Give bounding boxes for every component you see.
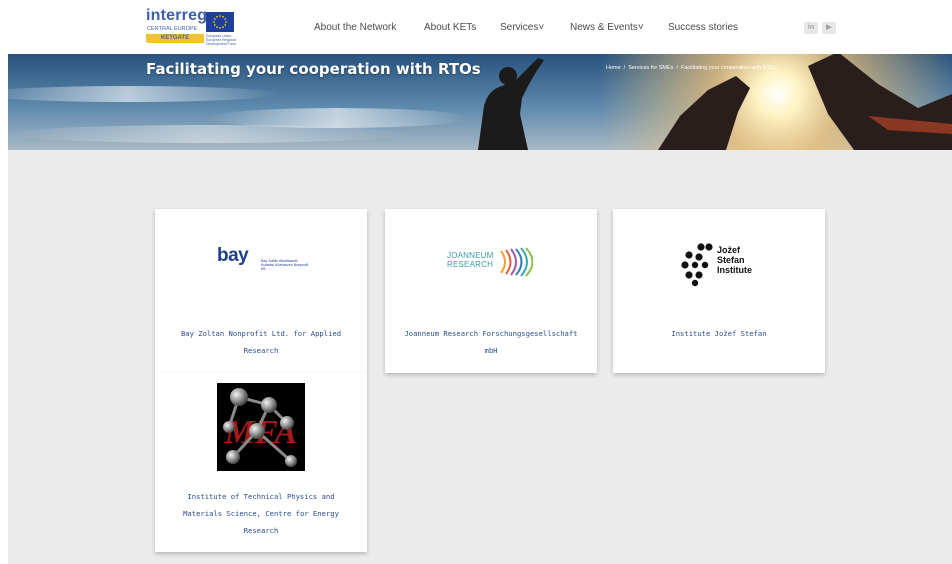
content-area: bay Bay Zoltán Alkalmazott Kutatási Közh…: [8, 150, 952, 564]
eu-flag-icon: [206, 12, 234, 32]
card-title[interactable]: Institute of Technical Physics and Mater…: [155, 488, 367, 539]
ijs-logo-text: Jožef Stefan Institute: [717, 245, 752, 275]
youtube-icon[interactable]: ▶: [822, 22, 836, 34]
nav-about-kets[interactable]: About KETs: [424, 22, 476, 33]
breadcrumb-separator: /: [623, 65, 626, 71]
joanneum-logo-text: JOANNEUM RESEARCH: [447, 251, 494, 269]
nav-label: Services: [500, 22, 539, 33]
breadcrumb-separator: /: [676, 65, 678, 71]
card-title[interactable]: Institute Jožef Stefan: [613, 325, 825, 342]
logo-project: KETGATE: [160, 35, 190, 41]
nav-about-network[interactable]: About the Network: [314, 22, 396, 33]
logo-brand: interreg: [146, 7, 208, 24]
ijs-logo: Jožef Stefan Institute: [679, 243, 769, 287]
hero-banner: Facilitating your cooperation with RTOs …: [8, 54, 952, 150]
ijs-logo-line: Stefan: [717, 255, 745, 265]
bay-zoltan-logo: bay Bay Zoltán Alkalmazott Kutatási Közh…: [217, 245, 308, 275]
joanneum-logo: JOANNEUM RESEARCH: [447, 247, 537, 279]
nav-label: Success stories: [668, 22, 739, 33]
breadcrumb-home[interactable]: Home: [606, 65, 621, 71]
nav-label: About KETs: [424, 22, 477, 33]
mfa-logo-image: MFA: [217, 383, 305, 471]
logo-program: CENTRAL EUROPE: [147, 26, 198, 32]
nav-success-stories[interactable]: Success stories: [668, 22, 738, 33]
chevron-down-icon: ˅: [637, 22, 644, 33]
card-jozef-stefan[interactable]: Jožef Stefan Institute Institute Jožef S…: [613, 209, 825, 373]
chevron-down-icon: ˅: [538, 22, 545, 33]
joanneum-waves-icon: [500, 247, 533, 277]
ijs-dots-icon: [681, 243, 713, 287]
breadcrumb: Home / Services for SMEs / Facilitating your…: [606, 65, 777, 71]
nav-news-events[interactable]: News & Events˅: [570, 22, 644, 33]
bay-logo-word: bay: [217, 245, 249, 266]
bay-logo-sub: Bay Zoltán Alkalmazott Kutatási Közhaszn…: [261, 259, 309, 271]
card-joanneum[interactable]: JOANNEUM RESEARCH Joanneum Research Fors…: [385, 209, 597, 373]
card-title[interactable]: Joanneum Research Forschungsgesellschaft…: [385, 325, 597, 359]
logo-band: KETGATE: [146, 34, 204, 43]
ijs-logo-line: Jožef: [717, 245, 741, 255]
card-mfa[interactable]: MFA Institute of Technical Physics an: [155, 373, 367, 552]
card-title[interactable]: Bay Zoltan Nonprofit Ltd. for Applied Re…: [155, 325, 367, 359]
interreg-logo[interactable]: interreg CENTRAL EUROPE KETGATE European…: [146, 7, 236, 46]
ijs-logo-line: Institute: [717, 265, 752, 275]
nav-label: News & Events: [570, 22, 638, 33]
site-header: interreg CENTRAL EUROPE KETGATE European…: [0, 0, 952, 54]
breadcrumb-services[interactable]: Services for SMEs: [628, 65, 673, 71]
page-title: Facilitating your cooperation with RTOs: [146, 60, 481, 78]
card-bay-zoltan[interactable]: bay Bay Zoltán Alkalmazott Kutatási Közh…: [155, 209, 367, 373]
breadcrumb-current: Facilitating your cooperation with RTOs: [680, 65, 777, 71]
eu-caption: European Union European Regional Develop…: [206, 34, 236, 46]
linkedin-icon[interactable]: in: [804, 22, 818, 34]
nav-label: About the Network: [314, 22, 397, 33]
nav-services[interactable]: Services˅: [500, 22, 544, 33]
